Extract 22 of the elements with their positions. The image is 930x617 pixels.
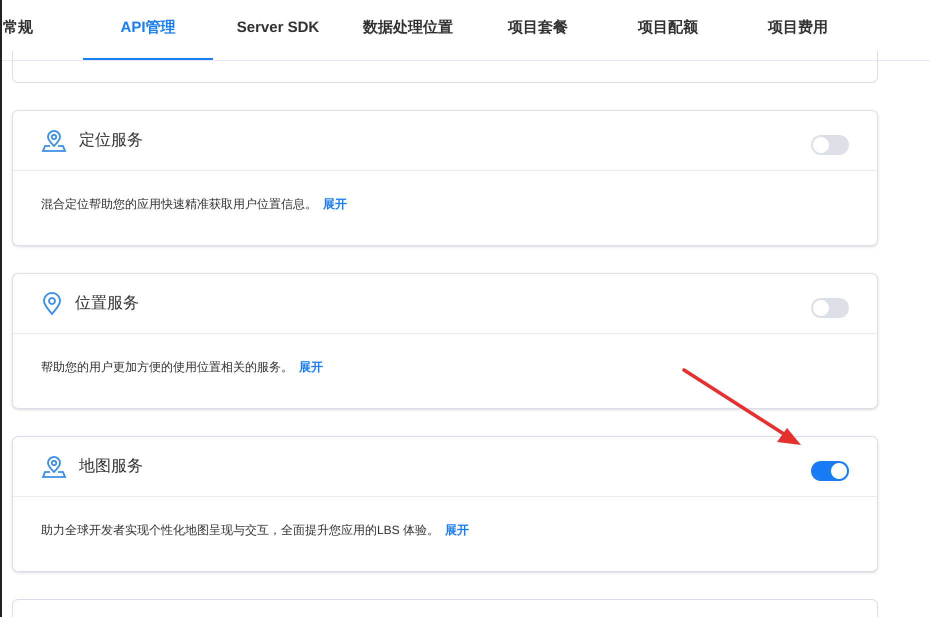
toggle-switch[interactable] — [811, 134, 849, 154]
location-pin-icon — [41, 128, 67, 152]
tab[interactable]: API管理 — [83, 0, 213, 60]
tab[interactable]: 项目配额 — [603, 0, 733, 60]
tab[interactable]: 常规 — [2, 0, 83, 60]
expand-link[interactable]: 展开 — [299, 358, 323, 376]
tab[interactable]: 项目套餐 — [473, 0, 603, 60]
toggle-switch[interactable] — [811, 298, 849, 318]
location-pin-icon — [41, 292, 63, 316]
service-title: 地图服务 — [79, 456, 143, 476]
service-title: 定位服务 — [79, 130, 143, 150]
toggle-switch[interactable] — [811, 460, 849, 480]
service-description: 助力全球开发者实现个性化地图呈现与交互，全面提升您应用的LBS 体验。 — [41, 522, 440, 539]
tab[interactable]: 数据处理位置 — [343, 0, 473, 60]
tab[interactable]: 项目费用 — [733, 0, 863, 60]
expand-link[interactable]: 展开 — [323, 195, 347, 213]
service-description: 帮助您的用户更加方便的使用位置相关的服务。 — [41, 359, 293, 376]
location-pin-icon — [41, 454, 67, 478]
service-title: 位置服务 — [75, 294, 139, 314]
tab[interactable]: Server SDK — [213, 0, 343, 60]
expand-link[interactable]: 展开 — [445, 521, 470, 539]
service-description: 混合定位帮助您的应用快速精准获取用户位置信息。 — [41, 196, 317, 213]
